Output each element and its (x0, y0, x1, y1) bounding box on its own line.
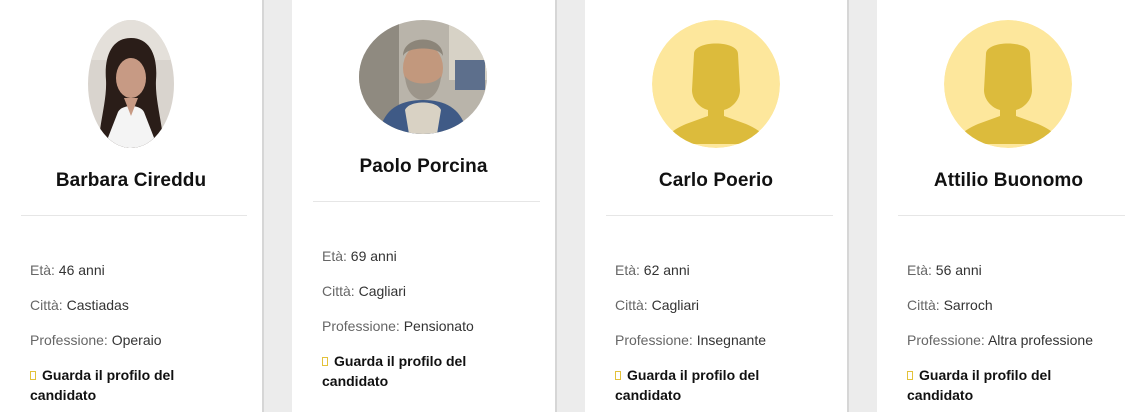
view-profile-link[interactable]: Guarda il profilo del candidato (30, 365, 220, 405)
link-bullet-icon (30, 371, 36, 380)
candidate-name: Attilio Buonomo (933, 170, 1084, 191)
city-field: Città: Cagliari (322, 283, 406, 299)
age-value: 69 anni (350, 248, 397, 264)
candidate-name: Paolo Porcina (359, 156, 488, 177)
divider (313, 201, 540, 202)
profession-label: Professione: (30, 332, 108, 348)
city-field: Città: Sarroch (907, 297, 993, 313)
link-bullet-icon (322, 357, 328, 366)
profession-field: Professione: Altra professione (907, 332, 1093, 348)
city-label: Città: (907, 297, 940, 313)
profession-value: Insegnante (696, 332, 767, 348)
candidate-name: Barbara Cireddu (55, 170, 207, 191)
profession-value: Operaio (111, 332, 162, 348)
divider (606, 215, 833, 216)
candidate-card: Attilio Buonomo Età: 56 anni Città: Sarr… (877, 0, 1140, 412)
age-value: 46 anni (58, 262, 105, 278)
age-field: Età: 62 anni (615, 262, 690, 278)
divider (21, 215, 247, 216)
age-field: Età: 69 anni (322, 248, 397, 264)
city-label: Città: (30, 297, 63, 313)
age-field: Età: 56 anni (907, 262, 982, 278)
age-label: Età: (322, 248, 347, 264)
profession-label: Professione: (322, 318, 400, 334)
candidate-photo (359, 20, 487, 134)
age-label: Età: (30, 262, 55, 278)
profession-value: Pensionato (403, 318, 474, 334)
divider (898, 215, 1125, 216)
profession-field: Professione: Operaio (30, 332, 162, 348)
age-value: 56 anni (935, 262, 982, 278)
age-label: Età: (907, 262, 932, 278)
city-field: Città: Cagliari (615, 297, 699, 313)
city-value: Sarroch (943, 297, 993, 313)
view-profile-link[interactable]: Guarda il profilo del candidato (322, 351, 512, 391)
view-profile-link[interactable]: Guarda il profilo del candidato (907, 365, 1097, 405)
profession-label: Professione: (907, 332, 985, 348)
default-user-silhouette-icon (944, 20, 1072, 148)
age-label: Età: (615, 262, 640, 278)
view-profile-link[interactable]: Guarda il profilo del candidato (615, 365, 805, 405)
candidate-photo (88, 20, 174, 148)
city-field: Città: Castiadas (30, 297, 129, 313)
city-label: Città: (322, 283, 355, 299)
profession-value: Altra professione (987, 332, 1094, 348)
candidate-card: Paolo Porcina Età: 69 anni Città: Caglia… (292, 0, 557, 412)
view-profile-label: Guarda il profilo del candidato (615, 367, 760, 403)
view-profile-label: Guarda il profilo del candidato (907, 367, 1052, 403)
city-value: Cagliari (358, 283, 407, 299)
default-user-silhouette-icon (652, 20, 780, 148)
view-profile-label: Guarda il profilo del candidato (322, 353, 467, 389)
age-field: Età: 46 anni (30, 262, 105, 278)
candidate-card: Barbara Cireddu Età: 46 anni Città: Cast… (0, 0, 264, 412)
candidate-card: Carlo Poerio Età: 62 anni Città: Cagliar… (585, 0, 849, 412)
profession-field: Professione: Insegnante (615, 332, 766, 348)
city-value: Cagliari (651, 297, 700, 313)
profession-field: Professione: Pensionato (322, 318, 474, 334)
profession-label: Professione: (615, 332, 693, 348)
link-bullet-icon (615, 371, 621, 380)
view-profile-label: Guarda il profilo del candidato (30, 367, 175, 403)
city-value: Castiadas (66, 297, 129, 313)
link-bullet-icon (907, 371, 913, 380)
city-label: Città: (615, 297, 648, 313)
age-value: 62 anni (643, 262, 690, 278)
candidate-name: Carlo Poerio (658, 170, 774, 191)
